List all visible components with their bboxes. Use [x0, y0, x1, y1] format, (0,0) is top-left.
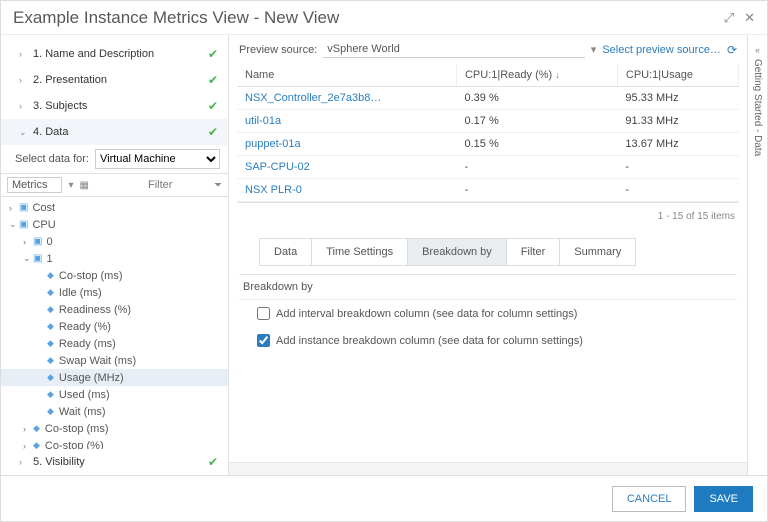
tab-filter[interactable]: Filter [507, 239, 560, 265]
grid-icon[interactable]: ▦ [79, 180, 88, 191]
wizard-step[interactable]: ›5. Visibility✔ [1, 449, 228, 475]
column-header[interactable]: CPU:1|Usage [617, 64, 738, 87]
preview-source-label: Preview source: [239, 44, 317, 56]
tree-node[interactable]: ⌄▣1 [1, 250, 228, 267]
tree-node[interactable]: ◆Ready (ms) [1, 335, 228, 352]
tab-breakdown-by[interactable]: Breakdown by [408, 239, 507, 265]
table-row[interactable]: NSX_Controller_2e7a3b8…0.39 %95.33 MHz [237, 87, 739, 110]
wizard-step[interactable]: ›2. Presentation✔ [1, 67, 228, 93]
interval-breakdown-label: Add interval breakdown column (see data … [276, 308, 577, 320]
titlebar: Example Instance Metrics View - New View… [1, 1, 767, 35]
metrics-toolbar: Metrics ▾ ▦ ⏷ [1, 173, 228, 197]
wizard-step[interactable]: ⌄4. Data✔ [1, 119, 228, 145]
tree-node[interactable]: ◆Ready (%) [1, 318, 228, 335]
tree-filter-input[interactable] [148, 179, 208, 191]
wizard-step[interactable]: ›3. Subjects✔ [1, 93, 228, 119]
select-data-label: Select data for: [15, 153, 89, 165]
tab-summary[interactable]: Summary [560, 239, 635, 265]
metrics-tree[interactable]: ›▣Cost⌄▣CPU›▣0⌄▣1◆Co-stop (ms)◆Idle (ms)… [1, 197, 228, 449]
tree-node[interactable]: ◆Co-stop (ms) [1, 267, 228, 284]
accordion-open-icon[interactable]: « [755, 45, 760, 55]
tab-time-settings[interactable]: Time Settings [312, 239, 408, 265]
tree-node[interactable]: ⌄▣CPU [1, 216, 228, 233]
tree-node[interactable]: ◆Wait (ms) [1, 403, 228, 420]
preview-source-value[interactable]: vSphere World [323, 41, 585, 58]
tree-node[interactable]: ›◆Co-stop (ms) [1, 420, 228, 437]
tree-node[interactable]: ◆Swap Wait (ms) [1, 352, 228, 369]
instance-breakdown-row[interactable]: Add instance breakdown column (see data … [239, 327, 737, 354]
horizontal-scrollbar[interactable] [229, 462, 747, 475]
tree-node[interactable]: ◆Used (ms) [1, 386, 228, 403]
preview-source-row: Preview source: vSphere World ▾ Select p… [229, 35, 747, 64]
dialog-title: Example Instance Metrics View - New View [13, 8, 339, 28]
filter-icon[interactable]: ⏷ [214, 180, 222, 191]
interval-breakdown-checkbox[interactable] [257, 307, 270, 320]
tree-node[interactable]: ›▣0 [1, 233, 228, 250]
footer: CANCEL SAVE [1, 475, 767, 521]
tree-node[interactable]: ◆Readiness (%) [1, 301, 228, 318]
refresh-icon[interactable]: ⟳ [727, 43, 737, 57]
dialog: Example Instance Metrics View - New View… [0, 0, 768, 522]
wizard-panel: ›1. Name and Description✔›2. Presentatio… [1, 35, 229, 475]
cancel-button[interactable]: CANCEL [612, 486, 687, 512]
instance-breakdown-checkbox[interactable] [257, 334, 270, 347]
select-data-for: Select data for: Virtual Machine [1, 145, 228, 173]
metrics-dropdown[interactable]: Metrics [7, 177, 62, 193]
table-row[interactable]: puppet-01a0.15 %13.67 MHz [237, 133, 739, 156]
pager: 1 - 15 of 15 items [229, 207, 747, 230]
tree-node[interactable]: ›▣Cost [1, 199, 228, 216]
tree-node[interactable]: ◆Usage (MHz) [1, 369, 228, 386]
chevron-down-icon[interactable]: ▾ [68, 180, 73, 191]
preview-panel: Preview source: vSphere World ▾ Select p… [229, 35, 747, 475]
panel-heading: Breakdown by [239, 275, 737, 300]
preview-source-link[interactable]: Select preview source… [602, 44, 721, 56]
accordion-label: Getting Started - Data [752, 59, 763, 156]
table-row[interactable]: util-01a0.17 %91.33 MHz [237, 110, 739, 133]
expand-icon[interactable]: ⤢ [724, 10, 734, 26]
wizard-step[interactable]: ›1. Name and Description✔ [1, 41, 228, 67]
tree-node[interactable]: ◆Idle (ms) [1, 284, 228, 301]
column-header[interactable]: Name [237, 64, 456, 87]
tab-data[interactable]: Data [260, 239, 312, 265]
save-button[interactable]: SAVE [694, 486, 753, 512]
table-row[interactable]: SAP-CPU-02-- [237, 156, 739, 179]
column-header[interactable]: CPU:1|Ready (%)↓ [456, 64, 617, 87]
tree-node[interactable]: ›◆Co-stop (%) [1, 437, 228, 449]
table-row[interactable]: NSX PLR-0-- [237, 179, 739, 202]
chevron-down-icon[interactable]: ▾ [591, 43, 597, 56]
interval-breakdown-row[interactable]: Add interval breakdown column (see data … [239, 300, 737, 327]
preview-table: NameCPU:1|Ready (%)↓CPU:1|Usage NSX_Cont… [237, 64, 739, 203]
config-tabs: DataTime SettingsBreakdown byFilterSumma… [259, 238, 636, 266]
content: ›1. Name and Description✔›2. Presentatio… [1, 35, 767, 475]
select-data-dropdown[interactable]: Virtual Machine [95, 149, 220, 169]
side-accordion[interactable]: « Getting Started - Data [747, 35, 767, 475]
close-icon[interactable]: ✕ [744, 10, 755, 26]
breakdown-panel: Breakdown by Add interval breakdown colu… [239, 274, 737, 354]
instance-breakdown-label: Add instance breakdown column (see data … [276, 335, 583, 347]
